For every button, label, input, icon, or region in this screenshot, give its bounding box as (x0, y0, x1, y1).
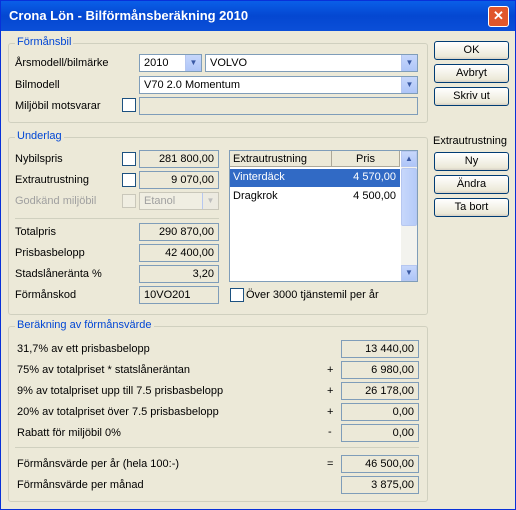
calc-row-label: 31,7% av ett prisbasbelopp (17, 343, 150, 355)
per-ar-operator: = (327, 458, 334, 470)
calc-row-label: 75% av totalpriset * statslåneräntan (17, 364, 191, 376)
extrautrustning-list[interactable]: Extrautrustning Pris Vinterdäck 4 570,00… (229, 150, 418, 282)
over3000-label: Över 3000 tjänstemil per år (246, 289, 379, 301)
chevron-down-icon: ▼ (185, 55, 201, 71)
nybilspris-label: Nybilspris (15, 153, 63, 165)
godkand-miljobil-label: Godkänd miljöbil (15, 195, 97, 207)
miljobil-field[interactable] (139, 97, 418, 115)
bilmodell-label: Bilmodell (15, 79, 60, 91)
per-ar-value: 46 500,00 (341, 455, 419, 473)
ta-bort-button[interactable]: Ta bort (434, 198, 509, 217)
formansbil-legend: Förmånsbil (15, 36, 74, 48)
list-header-pris[interactable]: Pris (332, 151, 400, 167)
list-item[interactable]: Dragkrok 4 500,00 (230, 188, 400, 206)
calc-row-value: 0,00 (341, 403, 419, 421)
list-scrollbar[interactable]: ▲ ▼ (401, 151, 417, 281)
avbryt-button[interactable]: Avbryt (434, 64, 509, 83)
calc-row-operator: + (327, 406, 334, 418)
bilmarke-select[interactable]: VOLVO ▼ (205, 54, 418, 72)
godkand-miljobil-checkbox (122, 194, 136, 208)
calc-row-label: 9% av totalpriset upp till 7.5 prisbasbe… (17, 385, 224, 397)
prisbasbelopp-label: Prisbasbelopp (15, 247, 85, 259)
berakning-separator (15, 447, 419, 448)
godkand-miljobil-select: Etanol ▼ (139, 192, 219, 210)
calc-row-value: 26 178,00 (341, 382, 419, 400)
prisbasbelopp-field: 42 400,00 (139, 244, 219, 262)
calc-row-operator: + (327, 364, 334, 376)
extrautrustning-label: Extrautrustning (15, 174, 89, 186)
formansbil-group: Förmånsbil Årsmodell/bilmärke 2010 ▼ VOL… (8, 36, 428, 123)
list-header-name[interactable]: Extrautrustning (230, 151, 332, 167)
totalpris-label: Totalpris (15, 226, 56, 238)
per-manad-label: Förmånsvärde per månad (17, 479, 144, 491)
formanskod-label: Förmånskod (15, 289, 77, 301)
skriv-ut-button[interactable]: Skriv ut (434, 87, 509, 106)
title-bar[interactable]: Crona Lön - Bilförmånsberäkning 2010 ✕ (1, 1, 515, 31)
window-title: Crona Lön - Bilförmånsberäkning 2010 (9, 8, 249, 23)
miljobil-label: Miljöbil motsvarar (15, 100, 101, 112)
arsmodell-label: Årsmodell/bilmärke (15, 57, 109, 69)
scroll-up-icon[interactable]: ▲ (401, 151, 417, 167)
list-item-price: 4 570,00 (353, 171, 396, 183)
extrautrustning-heading: Extrautrustning (433, 135, 507, 147)
formanskod-field: 10VO201 (139, 286, 219, 304)
andra-button[interactable]: Ändra (434, 175, 509, 194)
list-item-name: Vinterdäck (233, 171, 285, 183)
per-ar-label: Förmånsvärde per år (hela 100:-) (17, 458, 180, 470)
bilmodell-value: V70 2.0 Momentum (144, 79, 240, 91)
list-item[interactable]: Vinterdäck 4 570,00 (230, 169, 400, 187)
berakning-legend: Beräkning av förmånsvärde (15, 319, 154, 331)
calc-row-label: Rabatt för miljöbil 0% (17, 427, 121, 439)
chevron-down-icon: ▼ (202, 193, 218, 209)
calc-row-operator: + (327, 385, 334, 397)
nybilspris-checkbox[interactable] (122, 152, 136, 166)
arsmodell-value: 2010 (144, 57, 169, 69)
calc-row-value: 6 980,00 (341, 361, 419, 379)
calc-row-value: 0,00 (341, 424, 419, 442)
stadslaneranta-label: Stadslåneränta % (15, 268, 102, 280)
list-item-name: Dragkrok (233, 190, 278, 202)
over3000-checkbox[interactable] (230, 288, 244, 302)
close-button[interactable]: ✕ (488, 6, 509, 27)
underlag-legend: Underlag (15, 130, 64, 142)
ny-button[interactable]: Ny (434, 152, 509, 171)
bilmarke-value: VOLVO (210, 57, 248, 69)
underlag-group: Underlag Nybilspris 281 800,00 Extrautru… (8, 130, 428, 315)
dialog-window: Crona Lön - Bilförmånsberäkning 2010 ✕ F… (0, 0, 516, 510)
miljobil-checkbox[interactable] (122, 98, 136, 112)
list-item-price: 4 500,00 (353, 190, 396, 202)
totalpris-field: 290 870,00 (139, 223, 219, 241)
arsmodell-select[interactable]: 2010 ▼ (139, 54, 202, 72)
per-manad-value: 3 875,00 (341, 476, 419, 494)
berakning-group: Beräkning av förmånsvärde 31,7% av ett p… (8, 319, 428, 502)
godkand-miljobil-value: Etanol (144, 195, 176, 207)
scroll-thumb[interactable] (401, 168, 417, 226)
close-icon: ✕ (493, 8, 504, 23)
extrautrustning-field: 9 070,00 (139, 171, 219, 189)
calc-row-operator: - (328, 426, 332, 438)
nybilspris-field: 281 800,00 (139, 150, 219, 168)
extrautrustning-checkbox[interactable] (122, 173, 136, 187)
scroll-down-icon[interactable]: ▼ (401, 265, 417, 281)
calc-row-label: 20% av totalpriset över 7.5 prisbasbelop… (17, 406, 219, 418)
chevron-down-icon: ▼ (401, 77, 417, 93)
ok-button[interactable]: OK (434, 41, 509, 60)
stadslaneranta-field: 3,20 (139, 265, 219, 283)
underlag-separator (15, 218, 219, 219)
bilmodell-select[interactable]: V70 2.0 Momentum ▼ (139, 76, 418, 94)
chevron-down-icon: ▼ (401, 55, 417, 71)
calc-row-value: 13 440,00 (341, 340, 419, 358)
